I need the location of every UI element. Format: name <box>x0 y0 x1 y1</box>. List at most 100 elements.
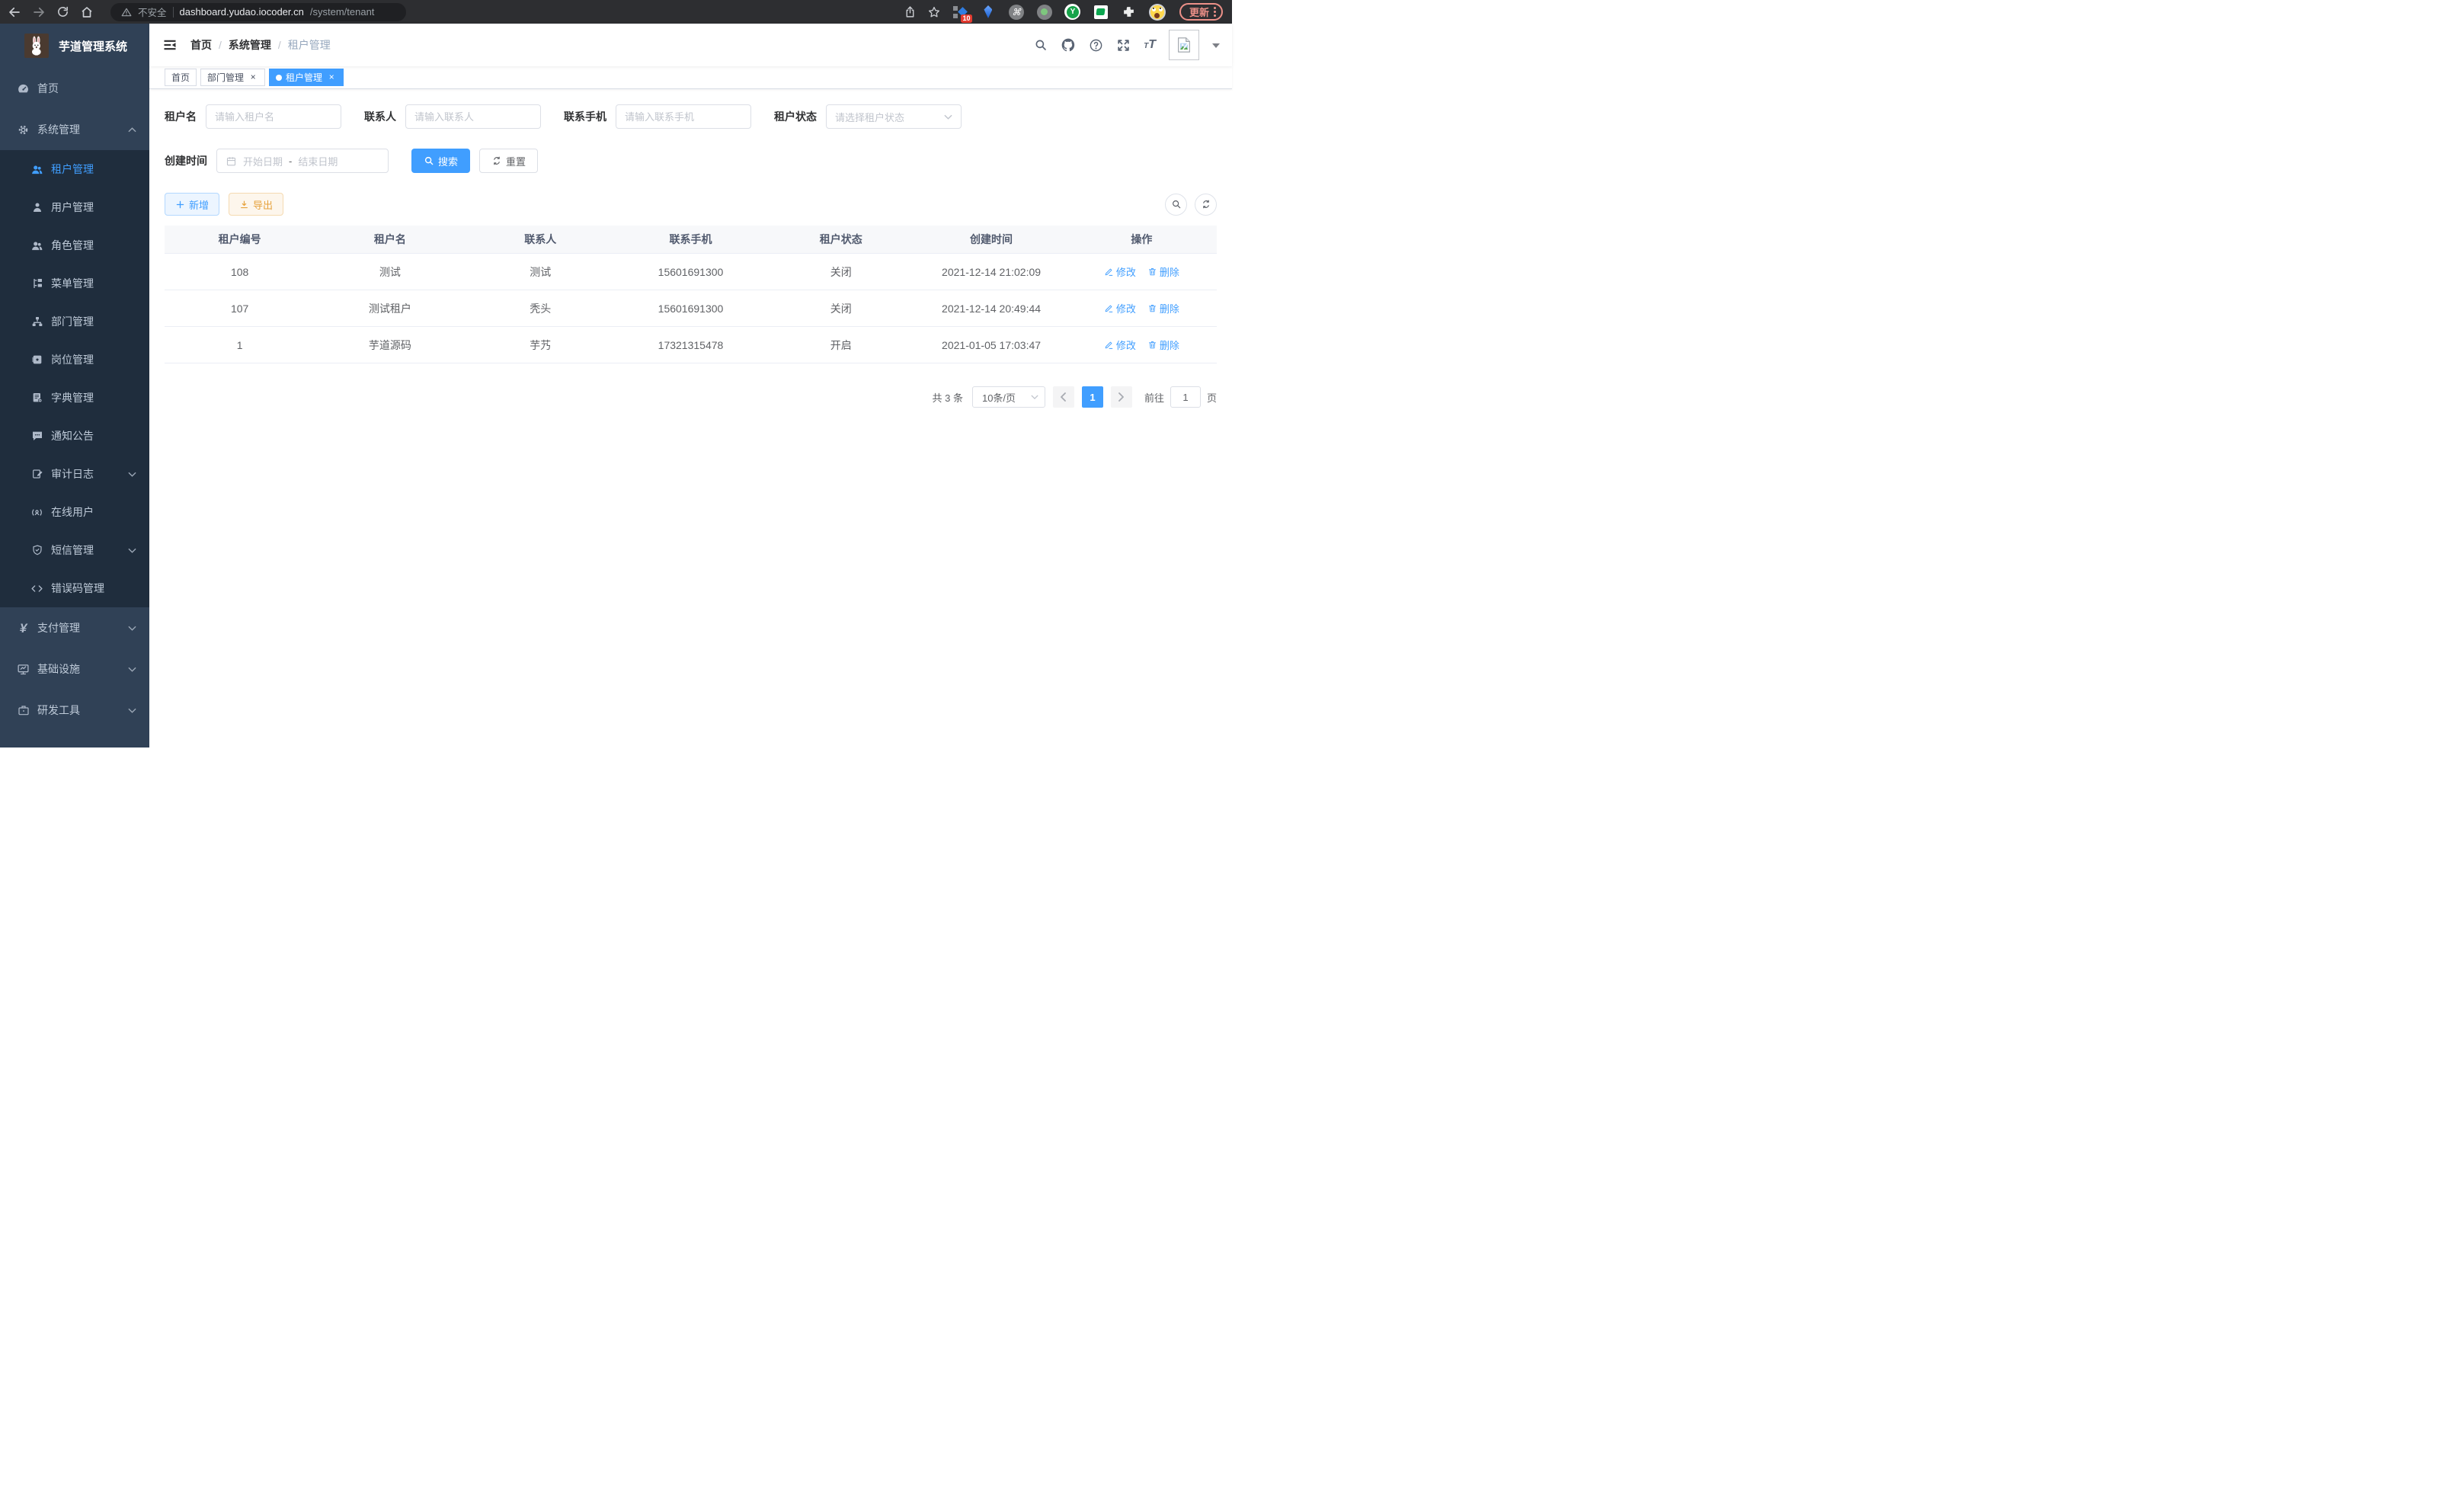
extension-chat-icon[interactable] <box>1093 4 1109 21</box>
prev-page-button[interactable] <box>1053 386 1074 408</box>
contact-label: 联系人 <box>364 109 396 124</box>
not-secure-warning-icon[interactable] <box>121 7 132 18</box>
add-button[interactable]: 新增 <box>165 193 219 216</box>
delete-button[interactable]: 删除 <box>1147 338 1179 352</box>
avatar-dropdown-caret-icon[interactable] <box>1212 43 1220 52</box>
extension-y-icon[interactable]: Y <box>1064 4 1081 21</box>
phone-input[interactable] <box>616 104 751 129</box>
show-search-toggle-button[interactable] <box>1165 194 1187 216</box>
extension-puzzle-icon[interactable] <box>1121 4 1138 21</box>
search-icon[interactable] <box>1034 38 1048 52</box>
profile-avatar-icon[interactable] <box>1149 4 1166 21</box>
browser-menu-icon[interactable] <box>1214 7 1216 17</box>
sidebar-submenu-system: 租户管理 用户管理 角色管理 菜单管理 <box>0 150 149 607</box>
sidebar-item-role[interactable]: 角色管理 <box>0 226 149 264</box>
contact-field[interactable] <box>414 111 532 123</box>
sidebar-item-tenant[interactable]: 租户管理 <box>0 150 149 188</box>
table-options <box>1165 194 1217 216</box>
page-content: 租户名 联系人 联系手机 <box>149 89 1232 748</box>
sidebar-item-dev-tools[interactable]: 研发工具 <box>0 690 149 731</box>
extension-balloon-icon[interactable] <box>980 4 997 21</box>
share-icon[interactable] <box>904 5 917 18</box>
sidebar-item-infra[interactable]: 基础设施 <box>0 648 149 690</box>
breadcrumb-home[interactable]: 首页 <box>190 37 212 53</box>
date-end-placeholder[interactable]: 结束日期 <box>298 154 338 168</box>
tag-dept[interactable]: 部门管理 <box>200 69 265 86</box>
tenant-name-input[interactable] <box>206 104 341 129</box>
sidebar-item-label: 系统管理 <box>37 122 80 137</box>
logo-image <box>24 34 49 58</box>
sidebar-item-system[interactable]: 系统管理 <box>0 109 149 150</box>
table-row: 108 测试 测试 15601691300 关闭 2021-12-14 21:0… <box>165 254 1217 290</box>
chevron-down-icon <box>1031 395 1038 399</box>
delete-button[interactable]: 删除 <box>1147 264 1179 279</box>
search-button[interactable]: 搜索 <box>411 149 470 173</box>
status-select[interactable]: 请选择租户状态 <box>826 104 962 129</box>
calendar-icon <box>226 155 237 167</box>
home-icon[interactable] <box>80 5 94 19</box>
breadcrumb-current: 租户管理 <box>288 37 331 53</box>
back-icon[interactable] <box>8 5 21 19</box>
sidebar-item-home[interactable]: 首页 <box>0 68 149 109</box>
github-icon[interactable] <box>1061 37 1076 53</box>
cell-phone: 15601691300 <box>616 303 766 315</box>
sidebar-item-label: 支付管理 <box>37 620 80 635</box>
edit-button[interactable]: 修改 <box>1104 338 1136 352</box>
chevron-down-icon <box>128 626 136 631</box>
col-contact: 联系人 <box>466 232 616 247</box>
sidebar-item-post[interactable]: 岗位管理 <box>0 341 149 379</box>
app-logo[interactable]: 芋道管理系统 <box>0 24 149 68</box>
bookmark-star-icon[interactable] <box>927 5 941 19</box>
reset-button[interactable]: 重置 <box>479 149 538 173</box>
page-size-select[interactable]: 10条/页 <box>972 386 1045 408</box>
cell-tenant-id: 108 <box>165 266 315 278</box>
close-icon[interactable] <box>326 72 337 83</box>
fullscreen-icon[interactable] <box>1116 38 1131 53</box>
sidebar-item-payment[interactable]: 支付管理 <box>0 607 149 648</box>
cell-created: 2021-01-05 17:03:47 <box>916 339 1066 351</box>
font-size-icon[interactable] <box>1144 38 1156 52</box>
breadcrumb-system[interactable]: 系统管理 <box>229 37 271 53</box>
extension-green-dot-icon[interactable] <box>1036 4 1053 21</box>
page-number-1[interactable]: 1 <box>1082 386 1103 408</box>
sidebar-item-user[interactable]: 用户管理 <box>0 188 149 226</box>
export-button[interactable]: 导出 <box>229 193 283 216</box>
sidebar-item-menu[interactable]: 菜单管理 <box>0 264 149 303</box>
edit-button[interactable]: 修改 <box>1104 301 1136 315</box>
sidebar-item-error-code[interactable]: 错误码管理 <box>0 569 149 607</box>
tags-view-bar: 首页 部门管理 租户管理 <box>149 66 1232 89</box>
close-icon[interactable] <box>248 72 258 83</box>
edit-button[interactable]: 修改 <box>1104 264 1136 279</box>
sidebar-item-online-users[interactable]: 在线用户 <box>0 493 149 531</box>
help-icon[interactable] <box>1089 38 1103 53</box>
refresh-button[interactable] <box>1195 194 1217 216</box>
browser-update-button[interactable]: 更新 <box>1179 3 1223 21</box>
tenant-name-field[interactable] <box>215 111 332 123</box>
status-placeholder: 请选择租户状态 <box>835 110 904 124</box>
sidebar-item-dict[interactable]: 字典管理 <box>0 379 149 417</box>
reload-icon[interactable] <box>56 5 69 18</box>
date-start-placeholder[interactable]: 开始日期 <box>243 154 283 168</box>
active-dot <box>276 75 282 81</box>
delete-button[interactable]: 删除 <box>1147 301 1179 315</box>
sidebar-item-sms[interactable]: 短信管理 <box>0 531 149 569</box>
tag-tenant[interactable]: 租户管理 <box>269 69 344 86</box>
avatar[interactable] <box>1169 30 1199 60</box>
phone-field[interactable] <box>625 111 742 123</box>
sidebar-item-notice[interactable]: 通知公告 <box>0 417 149 455</box>
extension-command-icon[interactable] <box>1008 4 1025 21</box>
sidebar-fold-icon[interactable] <box>162 37 178 53</box>
forward-icon[interactable] <box>32 5 46 19</box>
sidebar-item-audit-log[interactable]: 审计日志 <box>0 455 149 493</box>
contact-input[interactable] <box>405 104 541 129</box>
tag-home[interactable]: 首页 <box>165 69 197 86</box>
goto-page-input[interactable] <box>1170 386 1201 408</box>
date-range-picker[interactable]: 开始日期 - 结束日期 <box>216 149 389 173</box>
security-label[interactable]: 不安全 <box>138 5 167 19</box>
sidebar-item-dept[interactable]: 部门管理 <box>0 303 149 341</box>
sidebar-item-label: 研发工具 <box>37 703 80 718</box>
next-page-button[interactable] <box>1111 386 1132 408</box>
col-actions: 操作 <box>1067 232 1217 247</box>
address-bar[interactable]: 不安全 dashboard.yudao.iocoder.cn/system/te… <box>110 3 406 21</box>
extension-blocks-icon[interactable]: 10 <box>952 4 968 21</box>
